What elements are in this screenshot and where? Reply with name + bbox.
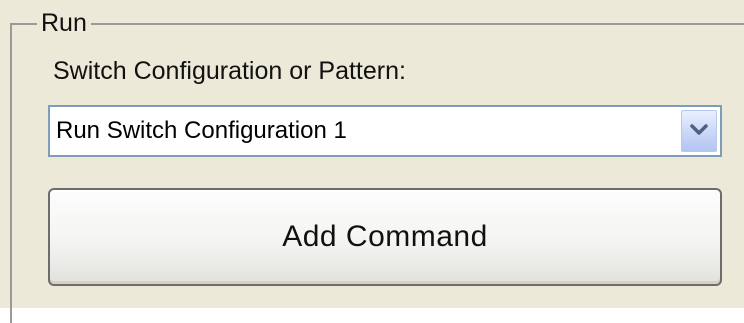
dropdown-selected-value: Run Switch Configuration 1: [56, 117, 347, 144]
groupbox-title: Run: [37, 9, 91, 37]
run-panel: Run Switch Configuration or Pattern: Run…: [0, 0, 744, 323]
chevron-down-icon: [690, 124, 708, 135]
switch-configuration-dropdown[interactable]: Run Switch Configuration 1: [48, 105, 722, 157]
add-command-button[interactable]: Add Command: [48, 188, 722, 286]
switch-configuration-label: Switch Configuration or Pattern:: [53, 57, 406, 85]
dropdown-arrow-button[interactable]: [681, 110, 717, 152]
add-command-label: Add Command: [282, 220, 488, 253]
